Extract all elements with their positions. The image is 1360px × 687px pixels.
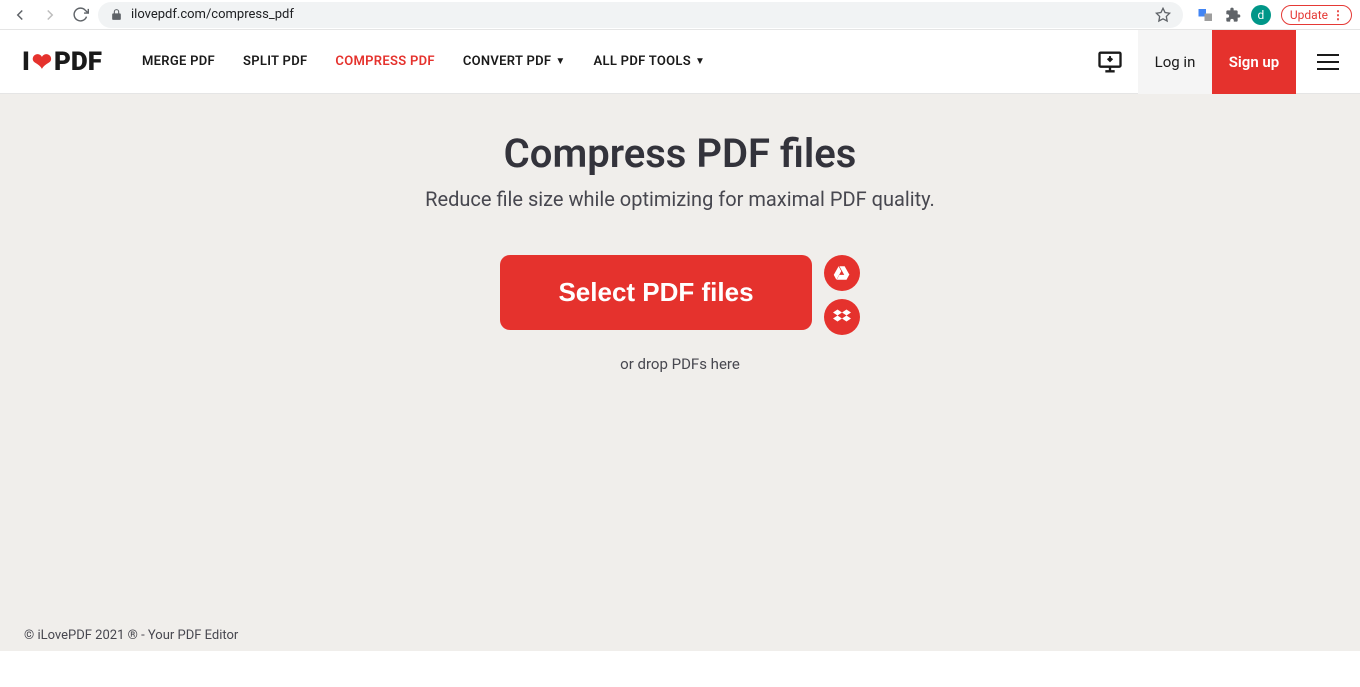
hamburger-icon <box>1317 54 1339 70</box>
drop-hint: or drop PDFs here <box>620 355 740 373</box>
download-desktop-icon[interactable] <box>1082 30 1138 94</box>
nav-split[interactable]: SPLIT PDF <box>243 54 307 69</box>
main-nav: MERGE PDF SPLIT PDF COMPRESS PDF CONVERT… <box>142 54 705 69</box>
google-drive-button[interactable] <box>824 255 860 291</box>
heart-icon: ❤ <box>32 48 52 76</box>
nav-convert[interactable]: CONVERT PDF ▼ <box>463 54 566 69</box>
nav-all-tools[interactable]: ALL PDF TOOLS ▼ <box>594 54 706 69</box>
chevron-down-icon: ▼ <box>695 56 705 67</box>
footer: © iLovePDF 2021 ® - Your PDF Editor <box>0 618 1360 651</box>
page-title: Compress PDF files <box>504 130 857 177</box>
avatar[interactable]: d <box>1251 5 1271 25</box>
page-subtitle: Reduce file size while optimizing for ma… <box>425 187 935 211</box>
logo-right: PDF <box>54 47 102 77</box>
logo[interactable]: I ❤ PDF <box>22 47 102 77</box>
chevron-down-icon: ▼ <box>555 56 565 67</box>
update-label: Update <box>1290 8 1328 22</box>
back-icon[interactable] <box>8 3 32 27</box>
browser-bar: ilovepdf.com/compress_pdf d Update ⋮ <box>0 0 1360 30</box>
footer-text: © iLovePDF 2021 ® - Your PDF Editor <box>24 628 238 643</box>
reload-icon[interactable] <box>68 3 92 27</box>
update-button[interactable]: Update ⋮ <box>1281 5 1352 25</box>
signup-button[interactable]: Sign up <box>1212 30 1296 94</box>
lock-icon <box>110 8 123 21</box>
nav-merge[interactable]: MERGE PDF <box>142 54 215 69</box>
avatar-letter: d <box>1258 8 1265 22</box>
login-button[interactable]: Log in <box>1138 30 1212 94</box>
extensions-icon[interactable] <box>1225 7 1241 23</box>
url-text: ilovepdf.com/compress_pdf <box>131 7 294 22</box>
address-bar[interactable]: ilovepdf.com/compress_pdf <box>98 2 1183 28</box>
menu-dots-icon: ⋮ <box>1332 8 1343 22</box>
star-icon[interactable] <box>1155 7 1171 23</box>
site-header: I ❤ PDF MERGE PDF SPLIT PDF COMPRESS PDF… <box>0 30 1360 94</box>
translate-icon[interactable] <box>1197 6 1215 24</box>
forward-icon[interactable] <box>38 3 62 27</box>
menu-button[interactable] <box>1296 30 1360 94</box>
main-content: Compress PDF files Reduce file size whil… <box>0 94 1360 651</box>
select-files-button[interactable]: Select PDF files <box>500 255 811 330</box>
nav-compress[interactable]: COMPRESS PDF <box>335 54 434 69</box>
dropbox-button[interactable] <box>824 299 860 335</box>
logo-left: I <box>22 47 30 77</box>
